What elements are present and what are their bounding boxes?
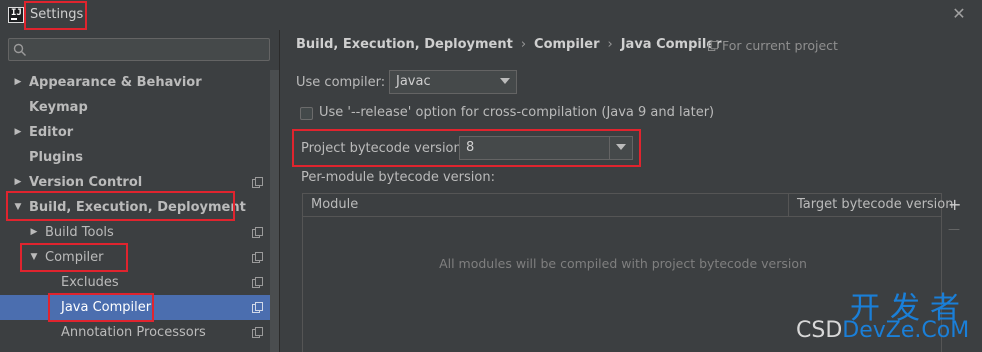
search-input[interactable] [8, 38, 270, 61]
highlight-box-java-compiler [48, 293, 154, 322]
intellij-logo-icon: IJ [8, 7, 24, 23]
tree-item-label: Plugins [29, 150, 83, 165]
add-icon[interactable]: + [948, 197, 961, 213]
remove-icon[interactable]: — [948, 221, 960, 237]
breadcrumb-item: Build, Execution, Deployment [296, 37, 513, 52]
tree-item-excludes[interactable]: Excludes [0, 270, 270, 295]
tree-item-annotation-processors[interactable]: Annotation Processors [0, 320, 270, 345]
use-compiler-label: Use compiler: [296, 75, 386, 90]
copy-project-icon [252, 177, 263, 188]
chevron-down-icon [500, 78, 510, 84]
copy-project-icon [252, 327, 263, 338]
tree-item-editor[interactable]: ▶ Editor [0, 120, 270, 145]
breadcrumb-item: Java Compiler [620, 37, 722, 52]
for-current-project-label: For current project [721, 38, 838, 53]
highlight-box-compiler [20, 243, 128, 272]
watermark: 开发者 CSDDevZe.CoM [796, 283, 982, 352]
expand-arrow-icon[interactable]: ▶ [13, 120, 23, 145]
breadcrumb: Build, Execution, Deployment › Compiler › Ja… [296, 37, 722, 52]
tree-item-label: Build Tools [45, 225, 114, 240]
use-compiler-value: Javac [396, 74, 431, 89]
settings-sidebar: ▶ Appearance & Behavior Keymap ▶ Editor … [0, 30, 280, 352]
highlight-box-title [24, 1, 87, 30]
watermark-brand-text: DevZe.CoM [842, 318, 970, 343]
tree-item-keymap[interactable]: Keymap [0, 95, 270, 120]
highlight-box-bytecode [292, 129, 641, 167]
copy-project-icon [252, 302, 263, 313]
copy-project-icon [252, 252, 263, 263]
copy-project-icon [252, 277, 263, 288]
tree-item-label: Appearance & Behavior [29, 75, 202, 90]
copy-project-icon [252, 227, 263, 238]
copy-project-icon [708, 41, 718, 51]
search-icon [13, 43, 26, 56]
highlight-box-build [6, 191, 235, 221]
breadcrumb-separator: › [607, 37, 613, 52]
column-divider[interactable] [788, 194, 789, 216]
use-compiler-select[interactable]: Javac [389, 70, 517, 94]
breadcrumb-separator: › [520, 37, 527, 52]
close-icon[interactable]: ✕ [951, 6, 967, 22]
breadcrumb-item: Compiler [534, 37, 600, 52]
watermark-prefix: CSD [796, 318, 843, 343]
tree-item-plugins[interactable]: Plugins [0, 145, 270, 170]
tree-item-label: Excludes [61, 275, 119, 290]
tree-item-label: Annotation Processors [61, 325, 206, 340]
tree-item-build-tools[interactable]: ▶ Build Tools [0, 220, 270, 245]
table-empty-text: All modules will be compiled with projec… [439, 256, 807, 271]
column-header-module[interactable]: Module [311, 197, 358, 212]
title-bar: IJ Settings ✕ [0, 0, 982, 30]
tree-item-label: Keymap [29, 100, 88, 115]
expand-arrow-icon[interactable]: ▶ [13, 70, 23, 95]
tree-item-label: Editor [29, 125, 74, 140]
release-option-checkbox[interactable] [300, 107, 313, 120]
per-module-label: Per-module bytecode version: [301, 170, 495, 185]
column-header-target-version[interactable]: Target bytecode version [797, 197, 954, 212]
for-current-project-note: For current project [708, 38, 838, 53]
expand-arrow-icon[interactable]: ▶ [29, 220, 39, 245]
watermark-brand: CSDDevZe.CoM [796, 318, 969, 343]
table-header: Module Target bytecode version [303, 194, 954, 217]
release-option-label: Use '--release' option for cross-compila… [319, 105, 715, 120]
tree-item-appearance[interactable]: ▶ Appearance & Behavior [0, 70, 270, 95]
